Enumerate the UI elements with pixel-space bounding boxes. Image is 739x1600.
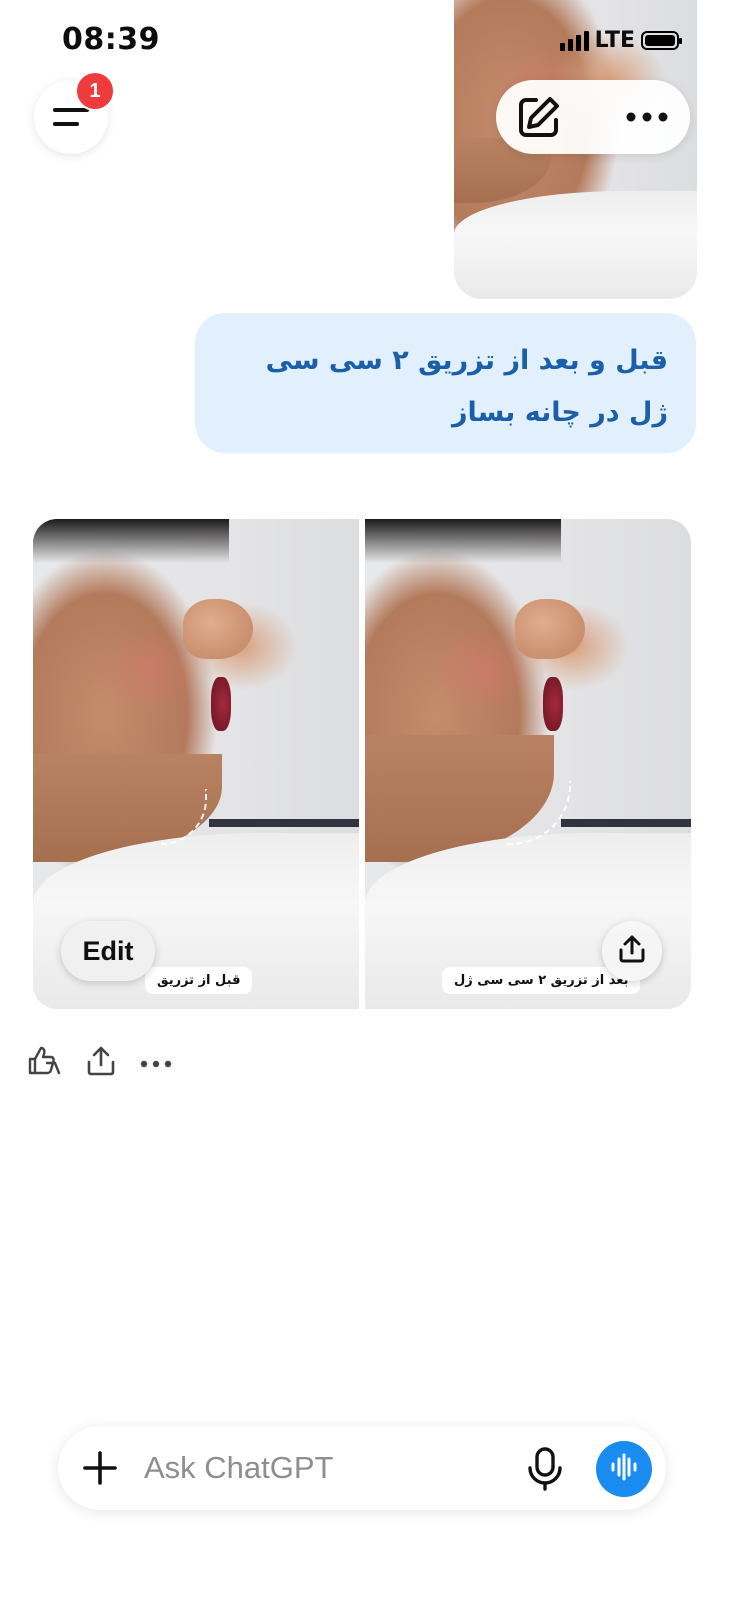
voice-mode-button[interactable] <box>596 1441 652 1497</box>
header-actions <box>496 80 690 154</box>
more-horizontal-icon[interactable] <box>626 112 668 122</box>
composer <box>58 1426 666 1510</box>
network-type: LTE <box>594 28 635 53</box>
edit-icon[interactable] <box>516 94 562 140</box>
share-image-button[interactable] <box>602 921 662 981</box>
plus-icon[interactable] <box>82 1450 118 1486</box>
status-time: 08:39 <box>62 22 160 57</box>
share-icon[interactable] <box>86 1045 116 1082</box>
signal-icon <box>559 30 589 51</box>
notification-badge: 1 <box>75 71 115 111</box>
share-icon <box>618 934 646 969</box>
message-actions <box>26 1043 172 1084</box>
ask-chatgpt-input[interactable] <box>144 1446 504 1490</box>
more-horizontal-icon[interactable] <box>140 1055 172 1073</box>
battery-icon <box>641 31 682 50</box>
menu-icon <box>53 108 89 126</box>
thumbs-icon[interactable] <box>26 1043 62 1084</box>
before-caption: قبل از تزریق <box>145 967 253 994</box>
user-message-bubble: قبل و بعد از تزریق ۲ سی سی ژل در چانه بس… <box>195 313 696 453</box>
status-indicators: LTE <box>559 28 682 53</box>
microphone-icon[interactable] <box>526 1446 564 1492</box>
voice-mode-icon <box>609 1452 639 1487</box>
edit-image-button[interactable]: Edit <box>61 921 155 981</box>
